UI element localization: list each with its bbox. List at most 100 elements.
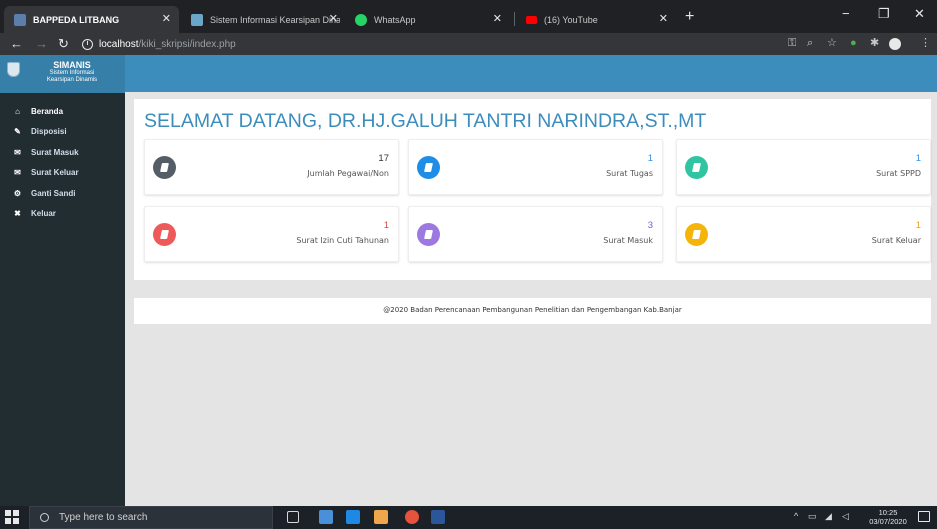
brand-title: SIMANIS <box>53 60 91 70</box>
mail-icon[interactable] <box>346 510 360 524</box>
clock-time: 10:25 <box>878 508 898 517</box>
tab-bappeda-litbang[interactable]: BAPPEDA LITBANG ✕ <box>4 6 179 33</box>
sidebar-item-surat-keluar[interactable]: ✉ Surat Keluar <box>0 163 125 184</box>
address-bar[interactable]: i localhost /kiki_skripsi/index.php <box>82 36 782 52</box>
sidebar-item-keluar[interactable]: ✖ Keluar <box>0 204 125 225</box>
brand-subtitle-line1: Sistem Informasi <box>49 70 95 76</box>
volume-icon[interactable]: ◁ <box>842 511 849 522</box>
sidebar-item-label: Beranda <box>31 106 64 116</box>
sidebar-item-label: Ganti Sandi <box>31 188 76 198</box>
tab-favicon-icon <box>191 13 203 26</box>
file-explorer-icon[interactable] <box>319 510 333 524</box>
stat-label: Surat SPPD <box>876 169 921 178</box>
browser-tab-strip: BAPPEDA LITBANG ✕ Sistem Informasi Kears… <box>0 0 937 33</box>
gear-icon: ⚙ <box>13 188 22 198</box>
tab-title: BAPPEDA LITBANG <box>33 14 120 25</box>
sidebar-menu: ⌂ Beranda ✎ Disposisi ✉ Surat Masuk ✉ Su… <box>0 101 125 224</box>
xampp-icon[interactable] <box>374 510 388 524</box>
search-placeholder: Type here to search <box>59 512 148 523</box>
whatsapp-icon <box>355 13 367 26</box>
clock-date: 03/07/2020 <box>869 517 907 526</box>
extension-icon[interactable]: ● <box>850 37 857 49</box>
back-arrow-icon[interactable]: ← <box>10 36 23 51</box>
document-icon <box>153 156 176 179</box>
stat-label: Surat Keluar <box>871 236 921 245</box>
envelope-icon: ✉ <box>14 168 21 178</box>
chrome-icon[interactable] <box>405 510 419 524</box>
tray-chevron-up-icon[interactable]: ^ <box>794 511 798 522</box>
reload-icon[interactable]: ↻ <box>58 36 69 51</box>
sidebar: SIMANIS Sistem Informasi Kearsipan Dinam… <box>0 55 125 506</box>
tab-favicon-icon <box>14 13 26 26</box>
page-title: SELAMAT DATANG, DR.HJ.GALUH TANTRI NARIN… <box>144 110 707 132</box>
sidebar-item-label: Surat Masuk <box>31 147 79 157</box>
brand-text: SIMANIS Sistem Informasi Kearsipan Dinam… <box>26 60 118 84</box>
url-host: localhost <box>99 38 139 50</box>
taskbar-clock[interactable]: 10:25 03/07/2020 <box>866 508 910 526</box>
sidebar-item-label: Surat Keluar <box>31 168 79 178</box>
stat-card-surat-keluar[interactable]: 1 Surat Keluar <box>676 206 931 262</box>
youtube-icon <box>526 15 537 24</box>
windows-start-icon[interactable] <box>5 510 19 524</box>
app-header-bar <box>125 55 937 92</box>
new-tab-button[interactable]: + <box>685 9 694 25</box>
tab-youtube[interactable]: (16) YouTube ✕ <box>516 6 676 33</box>
stat-card-pegawai[interactable]: 17 Jumlah Pegawai/Non <box>144 139 399 195</box>
maximize-button[interactable]: ❐ <box>878 7 890 20</box>
tab-sistem-informasi[interactable]: Sistem Informasi Kearsipan Dinas ✕ <box>181 6 346 33</box>
document-icon <box>417 223 440 246</box>
stat-card-surat-masuk[interactable]: 3 Surat Masuk <box>408 206 663 262</box>
more-menu-icon[interactable]: ⋮ <box>920 37 931 49</box>
tab-separator <box>514 12 515 26</box>
key-icon[interactable]: ⚿ <box>788 37 796 49</box>
sidebar-item-ganti-sandi[interactable]: ⚙ Ganti Sandi <box>0 183 125 204</box>
url-path: /kiki_skripsi/index.php <box>138 38 236 50</box>
sidebar-item-surat-masuk[interactable]: ✉ Surat Masuk <box>0 142 125 163</box>
stat-card-surat-tugas[interactable]: 1 Surat Tugas <box>408 139 663 195</box>
welcome-panel: SELAMAT DATANG, DR.HJ.GALUH TANTRI NARIN… <box>134 99 931 280</box>
tab-close-icon[interactable]: ✕ <box>493 14 502 25</box>
sidebar-item-label: Disposisi <box>31 127 67 137</box>
bookmark-star-icon[interactable]: ☆ <box>827 37 837 49</box>
stat-value: 1 <box>647 153 653 164</box>
puzzle-icon[interactable]: ✱ <box>870 37 879 49</box>
forward-arrow-icon[interactable]: → <box>35 36 48 51</box>
info-icon[interactable]: i <box>82 38 93 50</box>
task-view-icon[interactable] <box>287 511 299 523</box>
tab-close-icon[interactable]: ✕ <box>162 14 171 25</box>
envelope-icon: ✉ <box>14 147 21 157</box>
stat-value: 1 <box>915 153 921 164</box>
tab-title: WhatsApp <box>374 14 416 25</box>
footer-copyright: @2020 Badan Perencanaan Pembangunan Pene… <box>383 306 682 314</box>
tab-close-icon[interactable]: ✕ <box>329 14 338 25</box>
tab-title: Sistem Informasi Kearsipan Dinas <box>210 14 340 25</box>
taskbar-search-input[interactable]: Type here to search <box>29 506 273 529</box>
tab-close-icon[interactable]: ✕ <box>659 14 668 25</box>
stat-card-izin-cuti[interactable]: 1 Surat Izin Cuti Tahunan <box>144 206 399 262</box>
main-content: SELAMAT DATANG, DR.HJ.GALUH TANTRI NARIN… <box>125 92 937 506</box>
zoom-icon[interactable]: ⌕ <box>807 37 813 49</box>
notification-icon[interactable] <box>918 511 930 522</box>
pencil-icon: ✎ <box>14 127 21 137</box>
close-icon: ✖ <box>14 209 21 219</box>
brand-subtitle-line2: Kearsipan Dinamis <box>46 77 98 83</box>
stat-value: 1 <box>383 220 389 231</box>
close-window-button[interactable]: ✕ <box>914 7 925 20</box>
stat-card-surat-sppd[interactable]: 1 Surat SPPD <box>676 139 931 195</box>
footer: @2020 Badan Perencanaan Pembangunan Pene… <box>134 298 931 324</box>
windows-taskbar: Type here to search ^ ▭ ◢ ◁ 10:25 03/07/… <box>0 506 937 529</box>
battery-icon[interactable]: ▭ <box>808 511 817 522</box>
shield-logo-icon <box>7 62 20 77</box>
stat-label: Surat Izin Cuti Tahunan <box>296 236 389 245</box>
wifi-icon[interactable]: ◢ <box>825 511 832 522</box>
profile-avatar[interactable] <box>889 38 901 50</box>
sidebar-item-beranda[interactable]: ⌂ Beranda <box>0 101 125 122</box>
search-icon <box>40 513 49 522</box>
word-icon[interactable] <box>431 510 445 524</box>
tab-whatsapp[interactable]: WhatsApp ✕ <box>345 6 510 33</box>
sidebar-item-disposisi[interactable]: ✎ Disposisi <box>0 122 125 143</box>
document-icon <box>685 156 708 179</box>
document-icon <box>153 223 176 246</box>
minimize-button[interactable]: − <box>842 7 850 20</box>
brand-logo-area[interactable]: SIMANIS Sistem Informasi Kearsipan Dinam… <box>0 55 125 93</box>
